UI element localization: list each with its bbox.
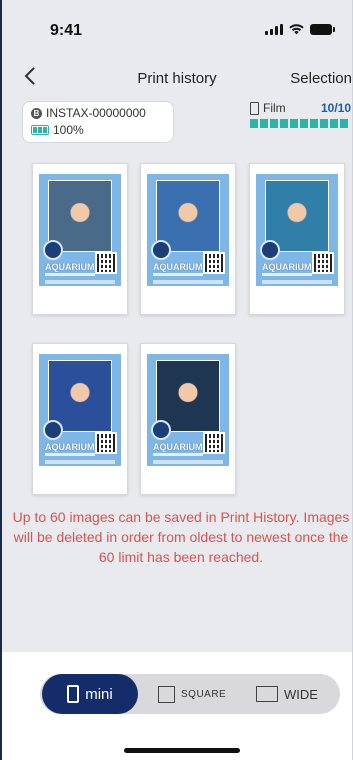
device-info-card: B INSTAX-00000000 100% [22, 101, 174, 143]
print-thumbnail[interactable]: AQUARIUM [140, 163, 236, 315]
device-battery-level: 100% [53, 123, 84, 137]
device-battery-icon [31, 125, 49, 135]
format-panel: mini SQUARE WIDE [2, 652, 352, 760]
print-footer-strip [45, 460, 115, 464]
format-wide-button[interactable]: WIDE [256, 674, 318, 714]
film-remaining-bar [250, 119, 352, 128]
qr-code-icon [95, 252, 117, 274]
film-bar-segment [280, 119, 288, 128]
aquarium-logo-icon [260, 240, 280, 260]
square-film-icon [158, 685, 175, 703]
film-bar-segment [300, 119, 308, 128]
film-bar-segment [320, 119, 328, 128]
print-footer-strip [262, 280, 332, 284]
print-footer-strip [153, 280, 223, 284]
print-thumbnail[interactable]: AQUARIUM [140, 343, 236, 495]
print-footer-strip [153, 460, 223, 464]
aquarium-logo-icon [43, 420, 63, 440]
format-square-button[interactable]: SQUARE [158, 674, 226, 714]
nav-bar: Print history Selection [2, 62, 352, 96]
print-image-area: AQUARIUM [39, 354, 121, 466]
wifi-icon [289, 24, 304, 35]
aquarium-label: AQUARIUM [45, 442, 95, 452]
print-thumbnail[interactable]: AQUARIUM [249, 163, 345, 315]
print-thumbnail[interactable]: AQUARIUM [32, 343, 128, 495]
aquarium-subtitle-line [262, 273, 312, 276]
film-label: Film [263, 101, 286, 115]
print-image-area: AQUARIUM [256, 174, 338, 286]
format-square-label: SQUARE [181, 688, 227, 700]
qr-code-icon [312, 252, 334, 274]
film-bar-segment [270, 119, 278, 128]
aquarium-subtitle-line [45, 273, 95, 276]
format-wide-label: WIDE [284, 686, 318, 702]
print-history-notice: Up to 60 images can be saved in Print Hi… [12, 509, 350, 565]
aquarium-subtitle-line [153, 273, 203, 276]
format-mini-button[interactable]: mini [42, 674, 138, 714]
film-bar-segment [330, 119, 338, 128]
print-image-area: AQUARIUM [147, 354, 229, 466]
qr-code-icon [203, 252, 225, 274]
film-bar-segment [250, 119, 258, 128]
status-time: 9:41 [50, 22, 83, 39]
film-icon [250, 101, 259, 115]
battery-icon [310, 24, 335, 35]
film-bar-segment [310, 119, 318, 128]
selection-button[interactable]: Selection [290, 70, 352, 87]
status-bar: 9:41 [2, 0, 352, 58]
print-image-area: AQUARIUM [147, 174, 229, 286]
print-image-area: AQUARIUM [39, 174, 121, 286]
aquarium-logo-icon [151, 240, 171, 260]
aquarium-logo-icon [43, 240, 63, 260]
qr-code-icon [95, 432, 117, 454]
aquarium-subtitle-line [153, 453, 203, 456]
home-indicator [124, 748, 240, 753]
bluetooth-icon: B [31, 107, 42, 119]
aquarium-label: AQUARIUM [153, 442, 203, 452]
aquarium-label: AQUARIUM [153, 262, 203, 272]
qr-code-icon [203, 432, 225, 454]
film-count: 10/10 [320, 101, 351, 115]
aquarium-label: AQUARIUM [45, 262, 95, 272]
aquarium-logo-icon [151, 420, 171, 440]
print-thumbnail[interactable]: AQUARIUM [32, 163, 128, 315]
mini-film-icon [67, 685, 80, 703]
film-status: Film 10/10 [250, 101, 352, 143]
status-icons [265, 24, 335, 35]
signal-icon [265, 24, 283, 35]
wide-film-icon [256, 686, 278, 702]
format-selector: mini SQUARE WIDE [40, 674, 340, 714]
film-bar-segment [340, 119, 348, 128]
format-mini-label: mini [85, 685, 113, 703]
print-footer-strip [45, 280, 115, 284]
aquarium-label: AQUARIUM [262, 262, 312, 272]
film-bar-segment [290, 119, 298, 128]
app-frame: 9:41 Print history Selection B INSTAX-00… [0, 0, 353, 760]
film-bar-segment [260, 119, 268, 128]
aquarium-subtitle-line [45, 453, 95, 456]
device-name: INSTAX-00000000 [46, 106, 146, 120]
